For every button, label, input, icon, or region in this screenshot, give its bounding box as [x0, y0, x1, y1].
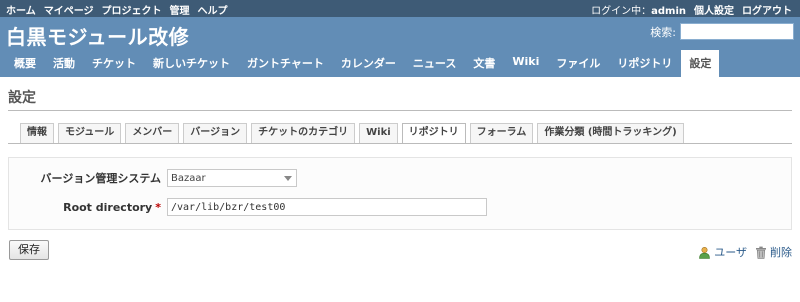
content: 設定 情報 モジュール メンバー バージョン チケットのカテゴリ Wiki リポ… — [0, 77, 800, 302]
main-tab-overview[interactable]: 概要 — [6, 50, 44, 77]
chevron-down-icon — [284, 176, 292, 181]
root-directory-label: Root directory * — [9, 201, 167, 214]
logout-link[interactable]: ログアウト — [742, 2, 792, 17]
tab-activities[interactable]: 作業分類 (時間トラッキング) — [537, 123, 684, 143]
tab-info[interactable]: 情報 — [20, 123, 54, 143]
tab-modules[interactable]: モジュール — [58, 123, 122, 143]
top-menu-home[interactable]: ホーム — [6, 2, 36, 17]
main-tab-calendar[interactable]: カレンダー — [333, 50, 404, 77]
top-menu-help[interactable]: ヘルプ — [198, 2, 228, 17]
repository-form: バージョン管理システム Bazaar Root directory * /var/… — [8, 157, 792, 230]
account-menu: ログイン中：admin 個人設定 ログアウト — [591, 2, 792, 17]
scm-select-value: Bazaar — [171, 172, 206, 184]
trash-icon — [755, 246, 767, 259]
repository-actions: ユーザ 削除 — [698, 244, 792, 260]
project-title: 白黒モジュール改修 — [6, 25, 190, 49]
page-title: 設定 — [8, 90, 36, 106]
logged-as: ログイン中：admin — [591, 2, 686, 17]
settings-tabs: 情報 モジュール メンバー バージョン チケットのカテゴリ Wiki リポジトリ… — [20, 123, 684, 144]
main-tab-new-issue[interactable]: 新しいチケット — [145, 50, 238, 77]
tabs-divider — [8, 143, 792, 144]
search-label: 検索: — [650, 25, 676, 39]
top-menu-my-page[interactable]: マイページ — [44, 2, 94, 17]
logged-user-link[interactable]: admin — [651, 6, 686, 17]
user-icon — [698, 246, 711, 259]
root-directory-value: /var/lib/bzr/test00 — [171, 201, 286, 213]
root-directory-row: Root directory * /var/lib/bzr/test00 — [9, 198, 487, 216]
main-tab-documents[interactable]: 文書 — [465, 50, 503, 77]
tab-members[interactable]: メンバー — [125, 123, 180, 143]
logged-as-prefix: ログイン中： — [591, 6, 652, 17]
delete-link[interactable]: 削除 — [755, 244, 792, 260]
users-link[interactable]: ユーザ — [698, 244, 747, 260]
scm-select[interactable]: Bazaar — [167, 169, 297, 187]
root-directory-label-text: Root directory — [63, 200, 153, 214]
scm-row: バージョン管理システム Bazaar — [9, 169, 297, 187]
main-tab-activity[interactable]: 活動 — [45, 50, 83, 77]
main-tab-settings[interactable]: 設定 — [681, 50, 720, 77]
tab-repository[interactable]: リポジトリ — [401, 123, 466, 144]
top-menu: ホーム マイページ プロジェクト 管理 ヘルプ ログイン中：admin 個人設定… — [0, 0, 800, 17]
save-button[interactable]: 保存 — [9, 240, 49, 260]
my-account-link[interactable]: 個人設定 — [694, 2, 734, 17]
main-tab-issues[interactable]: チケット — [84, 50, 144, 77]
header: 白黒モジュール改修 検索: 概要 活動 チケット 新しいチケット ガントチャート… — [0, 17, 800, 77]
users-link-label: ユーザ — [714, 246, 747, 259]
root-directory-input[interactable]: /var/lib/bzr/test00 — [167, 198, 487, 216]
main-tab-repository[interactable]: リポジトリ — [609, 50, 680, 77]
scm-label: バージョン管理システム — [40, 172, 161, 185]
search-input[interactable] — [680, 23, 794, 40]
main-tab-wiki[interactable]: Wiki — [504, 50, 547, 77]
main-tab-news[interactable]: ニュース — [405, 50, 464, 77]
required-mark: * — [155, 200, 161, 214]
quick-search: 検索: — [650, 23, 794, 40]
tab-forums[interactable]: フォーラム — [469, 123, 534, 143]
main-tab-gantt[interactable]: ガントチャート — [239, 50, 332, 77]
top-menu-links: ホーム マイページ プロジェクト 管理 ヘルプ — [6, 2, 228, 17]
top-menu-admin[interactable]: 管理 — [170, 2, 190, 17]
tab-versions[interactable]: バージョン — [183, 123, 248, 143]
delete-link-label: 削除 — [770, 246, 792, 259]
tab-issue-categories[interactable]: チケットのカテゴリ — [251, 123, 356, 143]
top-menu-projects[interactable]: プロジェクト — [102, 2, 162, 17]
tab-wiki[interactable]: Wiki — [359, 123, 398, 143]
title-divider — [8, 110, 792, 111]
main-menu: 概要 活動 チケット 新しいチケット ガントチャート カレンダー ニュース 文書… — [6, 50, 720, 77]
main-tab-files[interactable]: ファイル — [548, 50, 608, 77]
